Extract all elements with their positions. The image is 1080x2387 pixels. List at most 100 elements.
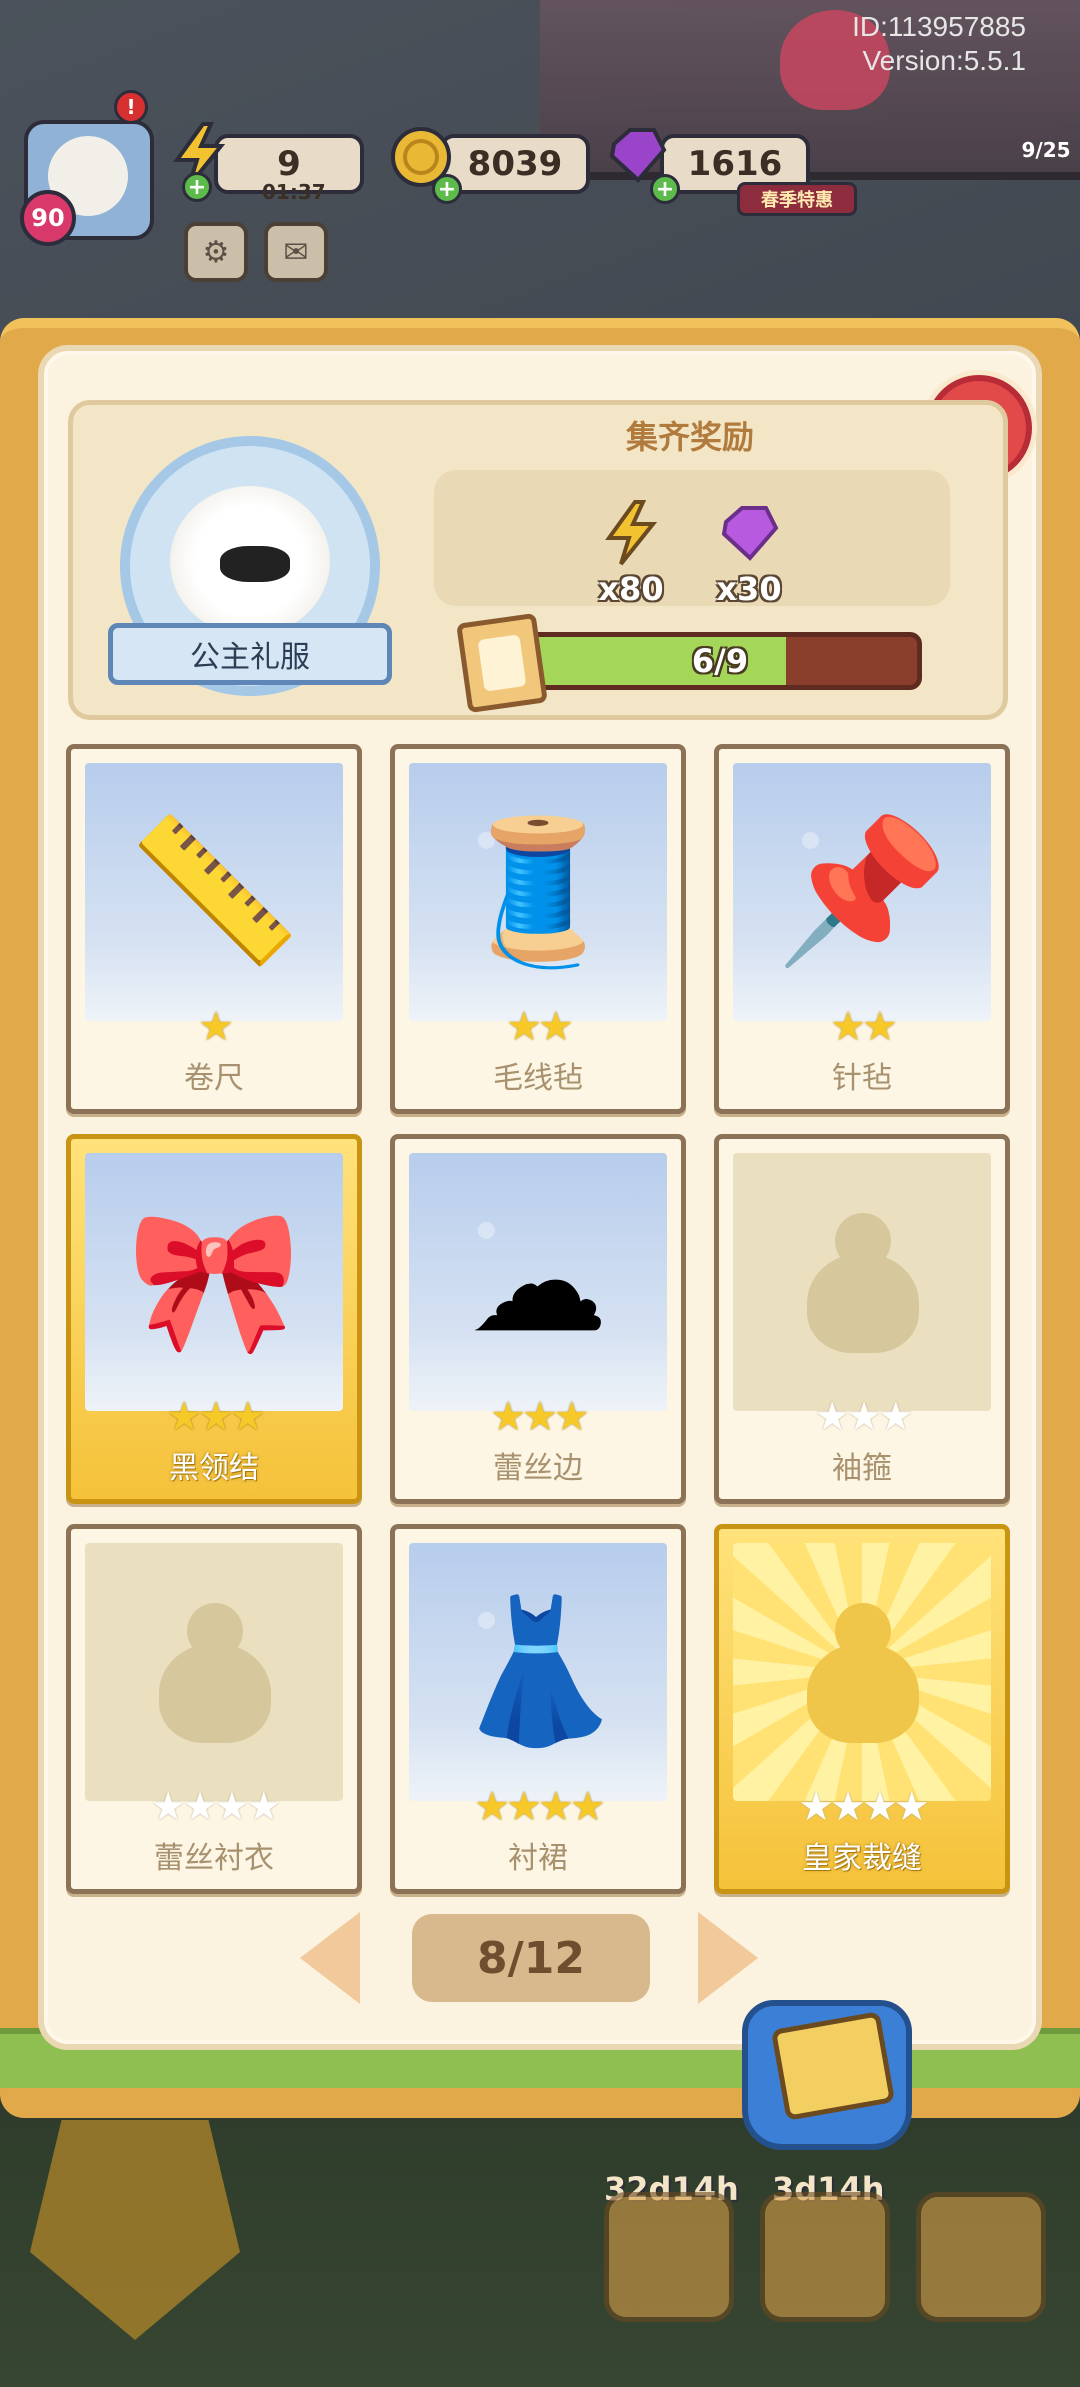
reward-title: 集齐奖励 — [625, 418, 754, 456]
reward-gems-qty: x30 — [716, 570, 782, 608]
envelope-icon — [770, 2011, 896, 2121]
star-icon: ★ — [877, 1394, 914, 1440]
gem-value: 1616 — [687, 144, 783, 184]
star-icon: ★ — [569, 1784, 606, 1830]
add-energy-icon[interactable]: + — [182, 172, 212, 202]
mail-icon[interactable]: ✉ — [264, 222, 328, 282]
card-art: ☁ — [409, 1153, 667, 1411]
arrow-right-icon — [698, 1912, 758, 2004]
energy-timer: 01:37 — [262, 180, 326, 204]
gold-silhouette-icon — [807, 1603, 919, 1743]
reward-energy: x80 — [576, 500, 686, 610]
star-icon: ★ — [893, 1784, 930, 1830]
card-name: 毛线毡 — [493, 1061, 583, 1096]
star-icon: ★ — [538, 1784, 574, 1830]
alert-badge: ! — [114, 90, 148, 124]
star-icon: ★ — [830, 1004, 866, 1050]
star-icon: ★ — [522, 1394, 558, 1440]
coin-counter[interactable]: 8039 — [440, 134, 590, 194]
card-name: 衬裙 — [508, 1841, 568, 1876]
collection-card[interactable]: ☁ ★★★ 蕾丝边 — [390, 1134, 686, 1504]
gem-icon — [694, 500, 804, 580]
card-stars: ★★★★ — [395, 1787, 681, 1827]
star-icon: ★ — [538, 1004, 574, 1050]
card-name: 蕾丝边 — [493, 1451, 583, 1486]
card-art — [85, 1543, 343, 1801]
collection-card[interactable]: 🧵 ★★ 毛线毡 — [390, 744, 686, 1114]
star-icon: ★ — [214, 1784, 250, 1830]
page-indicator: 8/12 — [412, 1914, 650, 2002]
card-stars: ★★★ — [719, 1397, 1005, 1437]
reward-energy-qty: x80 — [598, 570, 664, 608]
event-slot-2[interactable] — [760, 2192, 890, 2322]
star-icon: ★ — [166, 1394, 202, 1440]
thread-spool-icon: 🧵 — [450, 810, 626, 973]
card-name: 皇家裁缝 — [802, 1841, 922, 1876]
collection-card[interactable]: ★★★ 袖箍 — [714, 1134, 1010, 1504]
card-name: 蕾丝衬衣 — [154, 1841, 274, 1876]
star-icon: ★ — [474, 1784, 510, 1830]
collection-card[interactable]: ★★★★ 皇家裁缝 — [714, 1524, 1010, 1894]
collection-card[interactable]: ★★★★ 蕾丝衬衣 — [66, 1524, 362, 1894]
reward-gems: x30 — [694, 500, 804, 610]
collection-card[interactable]: 📏 ★ 卷尺 — [66, 744, 362, 1114]
spring-offer-tag[interactable]: 春季特惠 — [737, 182, 857, 216]
star-icon: ★ — [830, 1784, 866, 1830]
card-stars: ★★★★ — [71, 1787, 357, 1827]
bow-icon — [220, 546, 290, 582]
card-art: 🧵 — [409, 763, 667, 1021]
star-icon: ★ — [846, 1394, 882, 1440]
collection-card[interactable]: 🎀 ★★★ 黑领结 — [66, 1134, 362, 1504]
card-art: 👗 — [409, 1543, 667, 1801]
arrow-left-icon — [300, 1912, 360, 2004]
energy-value: 9 — [277, 144, 301, 184]
next-page-button[interactable] — [698, 1912, 758, 2004]
star-icon: ★ — [814, 1394, 850, 1440]
card-name: 袖箍 — [832, 1451, 892, 1486]
star-icon: ★ — [182, 1784, 218, 1830]
star-icon: ★ — [229, 1394, 266, 1440]
add-gems-icon[interactable]: + — [650, 174, 680, 204]
build-info: ID:113957885 Version:5.5.1 — [852, 10, 1026, 78]
star-icon: ★ — [798, 1784, 834, 1830]
user-id: ID:113957885 — [852, 11, 1026, 42]
petticoat-icon: 👗 — [450, 1590, 626, 1753]
set-name-ribbon: 公主礼服 — [108, 623, 392, 685]
collection-card[interactable]: 📌 ★★ 针毡 — [714, 744, 1010, 1114]
star-icon: ★ — [150, 1784, 186, 1830]
star-icon: ★ — [245, 1784, 282, 1830]
collection-card[interactable]: 👗 ★★★★ 衬裙 — [390, 1524, 686, 1894]
add-coins-icon[interactable]: + — [432, 174, 462, 204]
event-slot-3[interactable] — [916, 2192, 1046, 2322]
card-name: 针毡 — [832, 1061, 892, 1096]
lace-trim-icon: ☁ — [468, 1200, 608, 1364]
pin-cushion-icon: 📌 — [774, 810, 950, 973]
settings-gear-icon[interactable]: ⚙ — [184, 222, 248, 282]
collection-progress-bar: 6/9 — [518, 632, 922, 690]
card-stars: ★★★ — [395, 1397, 681, 1437]
card-stars: ★★ — [395, 1007, 681, 1047]
event-slot-1[interactable] — [604, 2192, 734, 2322]
card-grid: 📏 ★ 卷尺 🧵 ★★ 毛线毡 📌 ★★ 针毡 🎀 ★★★ 黑领结 ☁ ★★★ 蕾丝边 ★★★ 袖箍 ★★★★ 蕾丝… — [66, 744, 1010, 1894]
lightning-icon — [576, 500, 686, 580]
coin-value: 8039 — [467, 144, 563, 184]
card-art: 📌 — [733, 763, 991, 1021]
card-stack-icon — [456, 612, 548, 714]
locked-silhouette-icon — [807, 1213, 919, 1353]
card-stars: ★★★ — [71, 1397, 357, 1437]
album-button[interactable] — [742, 2000, 912, 2150]
side-quest-progress: 9/25 — [1021, 138, 1071, 162]
prev-page-button[interactable] — [300, 1912, 360, 2004]
star-icon: ★ — [198, 1004, 234, 1050]
card-art: 📏 — [85, 763, 343, 1021]
star-icon: ★ — [553, 1394, 590, 1440]
card-name: 卷尺 — [184, 1061, 244, 1096]
locked-silhouette-icon — [159, 1603, 271, 1743]
star-icon: ★ — [198, 1394, 234, 1440]
tape-measure-icon: 📏 — [126, 810, 302, 973]
star-icon: ★ — [862, 1784, 898, 1830]
reward-box — [434, 470, 950, 606]
card-stars: ★★★★ — [719, 1787, 1005, 1827]
card-art: 🎀 — [85, 1153, 343, 1411]
card-art — [733, 1153, 991, 1411]
